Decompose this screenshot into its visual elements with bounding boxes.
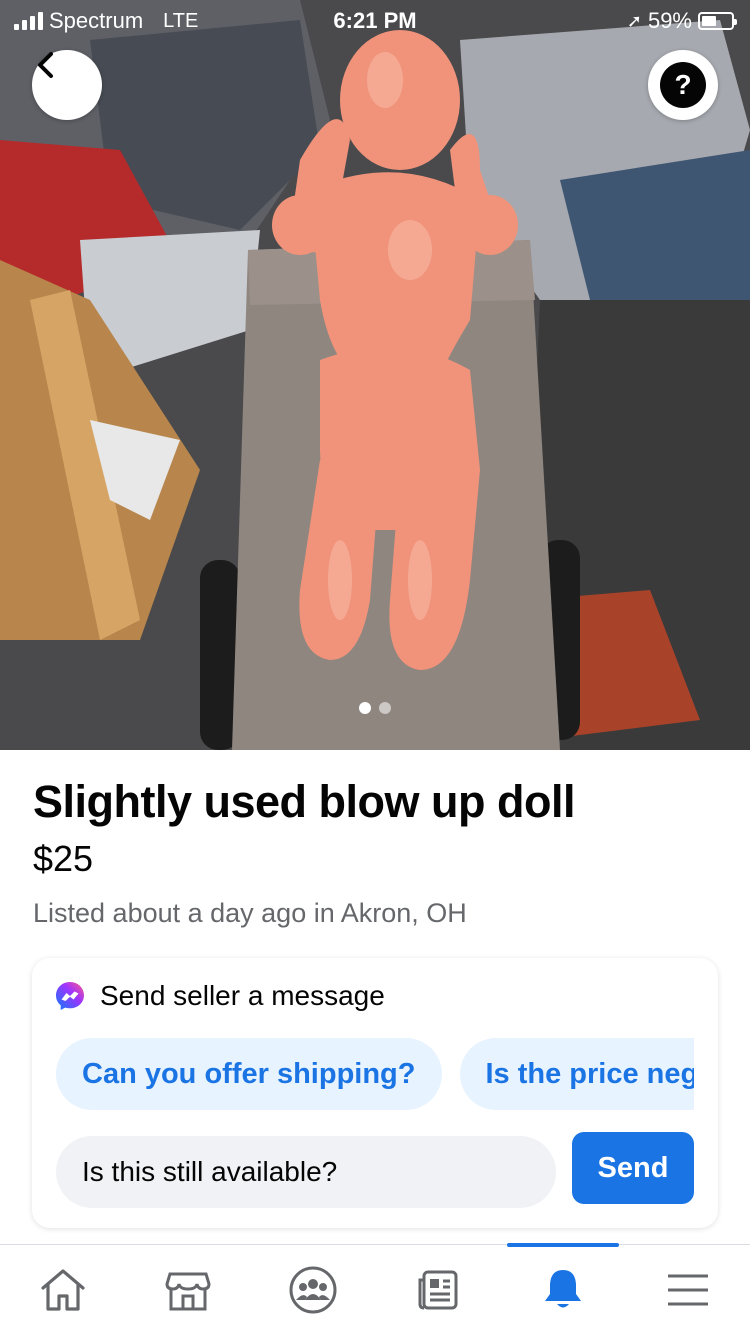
suggestion-chips: Can you offer shipping?Is the price nego… xyxy=(56,1038,694,1110)
groups-icon xyxy=(289,1266,336,1314)
location-icon: ➚ xyxy=(626,10,642,31)
listing-title: Slightly used blow up doll xyxy=(33,776,576,827)
tab-home[interactable] xyxy=(0,1245,125,1334)
suggestion-chip-shipping[interactable]: Can you offer shipping? xyxy=(56,1038,442,1110)
tab-menu[interactable] xyxy=(625,1245,750,1334)
messenger-icon xyxy=(56,982,84,1010)
page-dot-active[interactable] xyxy=(359,702,371,714)
bell-icon xyxy=(544,1270,581,1308)
photo-illustration xyxy=(0,0,750,750)
message-input[interactable] xyxy=(56,1136,556,1208)
listing-meta: Listed about a day ago in Akron, OH xyxy=(33,898,467,928)
marketplace-icon xyxy=(164,1272,211,1311)
bottom-tab-bar xyxy=(0,1243,750,1334)
news-icon xyxy=(418,1270,457,1310)
page-dot[interactable] xyxy=(379,702,391,714)
back-button[interactable] xyxy=(32,50,102,120)
battery-icon xyxy=(698,12,737,30)
suggestion-chip-price[interactable]: Is the price negotiable? xyxy=(459,1038,694,1110)
help-button[interactable]: ? xyxy=(648,50,718,120)
tab-notifications[interactable] xyxy=(500,1245,625,1334)
chevron-left-icon xyxy=(38,52,53,78)
tab-groups[interactable] xyxy=(250,1245,375,1334)
tab-news[interactable] xyxy=(375,1245,500,1334)
listing-price: $25 xyxy=(33,838,94,879)
battery-percent: 59% xyxy=(647,8,692,33)
question-icon: ? xyxy=(660,62,706,108)
status-bar: Spectrum LTE 6:21 PM ➚ 59% xyxy=(0,0,750,40)
message-seller-card: Send seller a message Can you offer ship… xyxy=(32,958,718,1228)
tab-marketplace[interactable] xyxy=(125,1245,250,1334)
send-button[interactable]: Send xyxy=(572,1132,694,1204)
message-heading: Send seller a message xyxy=(100,980,385,1011)
photo-pagination xyxy=(0,702,750,714)
home-icon xyxy=(40,1269,85,1311)
listing-photo[interactable]: Spectrum LTE 6:21 PM ➚ 59% ? xyxy=(0,0,750,750)
menu-icon xyxy=(667,1274,708,1306)
